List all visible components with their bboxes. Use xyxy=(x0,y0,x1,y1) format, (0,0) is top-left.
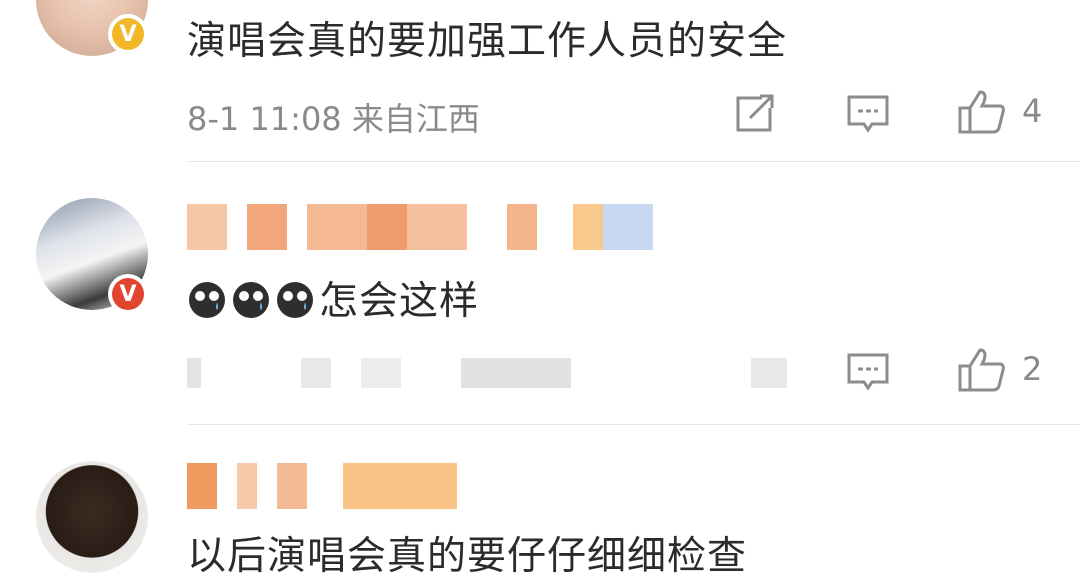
comment-button[interactable] xyxy=(846,94,890,136)
like-count: 2 xyxy=(1022,350,1043,388)
comment-item: V 怎会这样 2 xyxy=(0,162,1080,425)
thumbs-up-icon xyxy=(958,348,1005,392)
username-redacted xyxy=(187,204,653,250)
comment-item: 以后演唱会真的要仔仔细细检查 xyxy=(0,425,1080,579)
verified-badge-icon: V xyxy=(108,274,148,314)
comment-item: V 演唱会真的要加强工作人员的安全 8-1 11:08 来自江西 4 xyxy=(0,0,1080,162)
sad-crying-emoji-icon xyxy=(189,282,225,318)
comment-icon xyxy=(847,95,889,133)
thumbs-up-icon xyxy=(958,90,1005,134)
comment-meta: 8-1 11:08 来自江西 xyxy=(187,100,480,138)
comment-button[interactable] xyxy=(846,352,890,394)
comment-text: 以后演唱会真的要仔仔细细检查 xyxy=(187,534,748,579)
share-button[interactable] xyxy=(732,94,776,134)
sad-crying-emoji-icon xyxy=(277,282,313,318)
share-icon xyxy=(736,94,774,132)
username-redacted xyxy=(187,463,457,509)
like-button[interactable]: 2 xyxy=(958,346,1042,392)
sad-crying-emoji-icon xyxy=(233,282,269,318)
like-count: 4 xyxy=(1022,92,1043,130)
comment-text: 怎会这样 xyxy=(187,270,479,326)
comment-icon xyxy=(847,353,889,391)
comment-text-body: 怎会这样 xyxy=(319,279,480,324)
like-button[interactable]: 4 xyxy=(958,88,1042,134)
avatar[interactable] xyxy=(36,461,148,573)
verified-badge-icon: V xyxy=(108,14,148,54)
comment-text: 演唱会真的要加强工作人员的安全 xyxy=(187,19,788,64)
meta-redacted xyxy=(187,358,787,388)
